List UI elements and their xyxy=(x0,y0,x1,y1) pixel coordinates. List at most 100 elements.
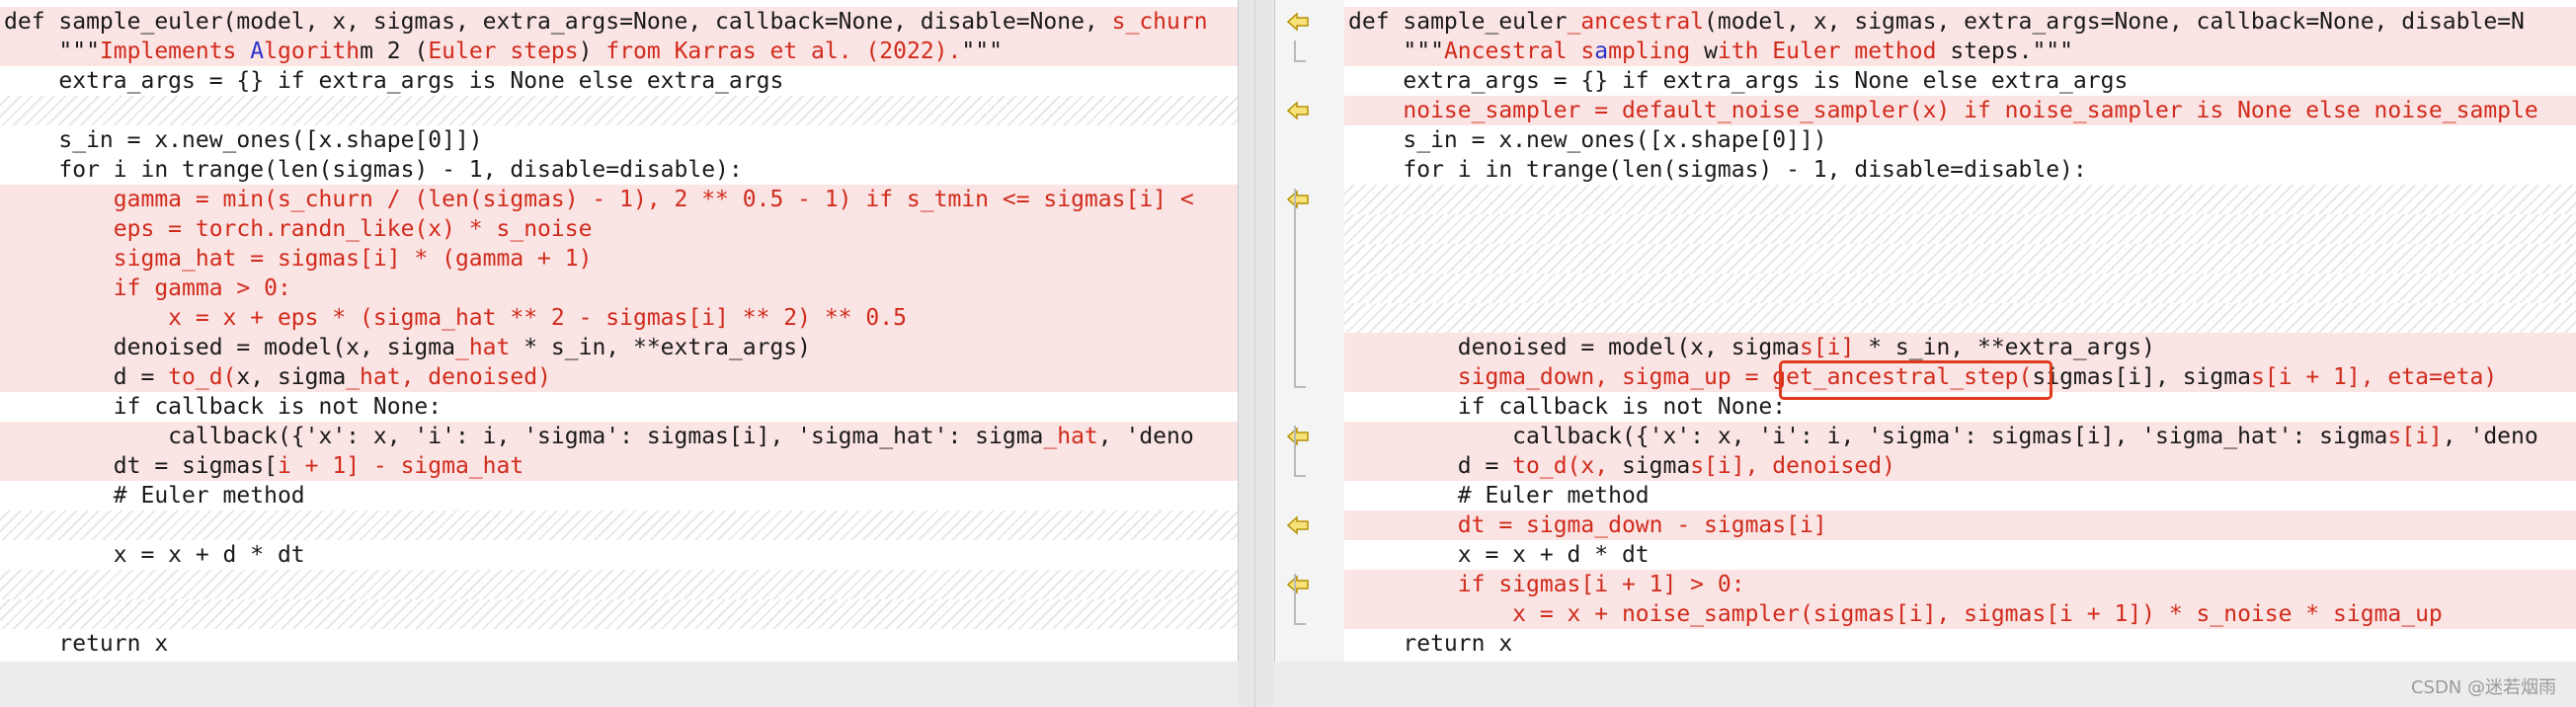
change-bracket xyxy=(1294,40,1306,62)
diff-filler-line xyxy=(1344,303,2576,333)
right-code-pane[interactable]: def sample_euler_ancestral(model, x, sig… xyxy=(1274,0,2576,662)
code-token: ) xyxy=(578,39,606,64)
diff-filler-line xyxy=(0,599,1238,629)
code-token: """ xyxy=(2032,39,2073,64)
diff-filler-line xyxy=(0,96,1238,125)
code-token: eps = torch.randn_like(x) * s_noise xyxy=(4,216,593,242)
code-token: A xyxy=(250,39,265,64)
code-token: def sample_euler xyxy=(1348,9,1568,35)
code-token: method xyxy=(1854,39,1937,64)
code-token: for i in trange(len(sigmas) - 1, disable… xyxy=(1348,157,2087,183)
code-line: """Ancestral sampling with Euler method … xyxy=(1344,37,2576,66)
code-token: x = x + d * dt xyxy=(1348,542,1650,568)
code-line: # Euler method xyxy=(1344,481,2576,511)
right-pane-footer xyxy=(1274,662,2576,707)
code-token: i + 1] - sigma_hat xyxy=(277,453,524,479)
code-token: Implements xyxy=(99,39,251,64)
code-token: """ xyxy=(4,39,100,64)
change-bracket xyxy=(1294,189,1306,388)
diff-filler-line xyxy=(0,570,1238,599)
merge-arrow-icon[interactable] xyxy=(1286,101,1310,120)
code-token: dt = sigma_down - sigmas[i] xyxy=(1348,512,1827,538)
code-token: x, sigma xyxy=(236,364,347,390)
annotation-highlight-box xyxy=(1779,360,2053,400)
code-token: * s_in, **extra_args) xyxy=(510,335,811,360)
code-token: sigmas[i], sigma xyxy=(2032,364,2251,390)
code-token: from Karras et al. (2022). xyxy=(605,39,962,64)
code-token: , 'deno xyxy=(2442,424,2538,449)
code-line: callback({'x': x, 'i': i, 'sigma': sigma… xyxy=(1344,422,2576,451)
diff-filler-line xyxy=(1344,214,2576,244)
code-token: s_in = x.new_ones([x.shape[0]]) xyxy=(4,127,483,153)
diff-filler-line xyxy=(1344,244,2576,274)
code-line: d = to_d(x, sigma_hat, denoised) xyxy=(0,362,1238,392)
code-token: steps. xyxy=(1936,39,2033,64)
code-line: d = to_d(x, sigmas[i], denoised) xyxy=(1344,451,2576,481)
code-token: to_d( xyxy=(168,364,237,390)
code-token: w xyxy=(1704,39,1718,64)
code-token: extra_args = {} if extra_args is None el… xyxy=(1348,68,2129,94)
code-token: a xyxy=(1594,39,1609,64)
code-token: s_churn xyxy=(1111,9,1208,35)
change-bracket xyxy=(1294,426,1306,477)
code-token: return x xyxy=(4,631,169,657)
code-line: callback({'x': x, 'i': i, 'sigma': sigma… xyxy=(0,422,1238,451)
code-token: s_in = x.new_ones([x.shape[0]]) xyxy=(1348,127,1827,153)
code-token: denoised = model(x, sigma xyxy=(4,335,455,360)
code-token: to_d(x, xyxy=(1512,453,1622,479)
code-line: denoised = model(x, sigma_hat * s_in, **… xyxy=(0,333,1238,362)
code-token: m 2 ( xyxy=(360,39,429,64)
code-token: """ xyxy=(961,39,1003,64)
code-token: return x xyxy=(1348,631,1513,657)
watermark: CSDN @迷若烟雨 xyxy=(2410,677,2556,698)
code-token: ith Euler xyxy=(1717,39,1855,64)
code-token: x = x + noise_sampler(sigmas[i], sigmas[… xyxy=(1348,601,2443,627)
diff-filler-line xyxy=(0,511,1238,540)
code-token: s[i] xyxy=(1799,335,1855,360)
code-token: if sigmas[i + 1] > 0: xyxy=(1348,572,1745,597)
diff-gutter xyxy=(1275,0,1344,662)
code-token: extra_args = {} if extra_args is None el… xyxy=(4,68,784,94)
code-line: def sample_euler_ancestral(model, x, sig… xyxy=(1344,7,2576,37)
pane-divider[interactable] xyxy=(1239,0,1273,707)
code-line: noise_sampler = default_noise_sampler(x)… xyxy=(1344,96,2576,125)
code-token: lgorith xyxy=(264,39,361,64)
code-line: extra_args = {} if extra_args is None el… xyxy=(0,66,1238,96)
code-token: s[i] xyxy=(2387,424,2443,449)
code-token: Euler steps xyxy=(428,39,579,64)
code-line: x = x + noise_sampler(sigmas[i], sigmas[… xyxy=(1344,599,2576,629)
diff-filler-line xyxy=(1344,274,2576,303)
code-line: sigma_hat = sigmas[i] * (gamma + 1) xyxy=(0,244,1238,274)
code-token: """ xyxy=(1348,39,1444,64)
code-token: def sample_euler(model, x, sigmas, extra… xyxy=(4,9,1112,35)
code-token: d = xyxy=(4,364,169,390)
change-bracket xyxy=(1294,574,1306,625)
diff-filler-line xyxy=(1344,185,2576,214)
code-token: mpling xyxy=(1608,39,1705,64)
code-line: return x xyxy=(0,629,1238,659)
code-line: dt = sigma_down - sigmas[i] xyxy=(1344,511,2576,540)
code-token: s[i] xyxy=(1690,453,1745,479)
code-line: for i in trange(len(sigmas) - 1, disable… xyxy=(0,155,1238,185)
code-token: if callback is not None: xyxy=(4,394,443,420)
code-line: x = x + d * dt xyxy=(1344,540,2576,570)
code-token: * s_in, **extra_args) xyxy=(1854,335,2155,360)
merge-arrow-icon[interactable] xyxy=(1286,515,1310,535)
left-code-pane[interactable]: def sample_euler(model, x, sigmas, extra… xyxy=(0,0,1239,662)
code-token: # Euler method xyxy=(4,483,305,509)
code-token: _hat xyxy=(346,364,401,390)
code-token: # Euler method xyxy=(1348,483,1650,509)
code-token: _hat xyxy=(454,335,511,360)
code-line: x = x + d * dt xyxy=(0,540,1238,570)
merge-arrow-icon[interactable] xyxy=(1286,12,1310,32)
code-line: if callback is not None: xyxy=(0,392,1238,422)
code-line: extra_args = {} if extra_args is None el… xyxy=(1344,66,2576,96)
code-token: x = x + d * dt xyxy=(4,542,305,568)
code-line: return x xyxy=(1344,629,2576,659)
code-token: denoised = model(x, sigma xyxy=(1348,335,1800,360)
code-token: sigma_down, sigma_up = xyxy=(1348,364,1773,390)
code-token: sigma_hat = sigmas[i] * (gamma + 1) xyxy=(4,246,593,272)
code-token: Ancestral s xyxy=(1443,39,1595,64)
code-line: dt = sigmas[i + 1] - sigma_hat xyxy=(0,451,1238,481)
code-line: if gamma > 0: xyxy=(0,274,1238,303)
